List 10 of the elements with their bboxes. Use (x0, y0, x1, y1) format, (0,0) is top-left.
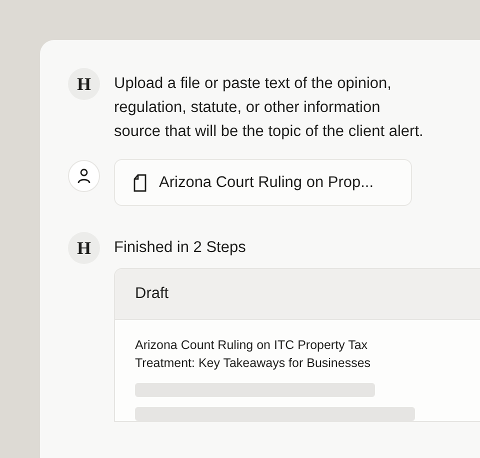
assistant-avatar: H (68, 68, 100, 100)
document-icon (133, 174, 147, 192)
attachment-chip[interactable]: Arizona Court Ruling on Prop... (114, 159, 412, 206)
draft-title: Arizona Count Ruling on ITC Property Tax Treatment: Key Takeaways for Businesses (135, 337, 372, 372)
message-text: Upload a file or paste text of the opinion, regulation, statute, or other information source that will be the topic of the client alert. (114, 74, 424, 142)
message-text: Finished in 2 Steps (114, 238, 247, 258)
card-header: Draft (115, 269, 480, 320)
attachment-name: Arizona Court Ruling on Prop... (159, 172, 374, 193)
assistant-avatar: H (68, 232, 100, 264)
person-icon (77, 168, 91, 184)
